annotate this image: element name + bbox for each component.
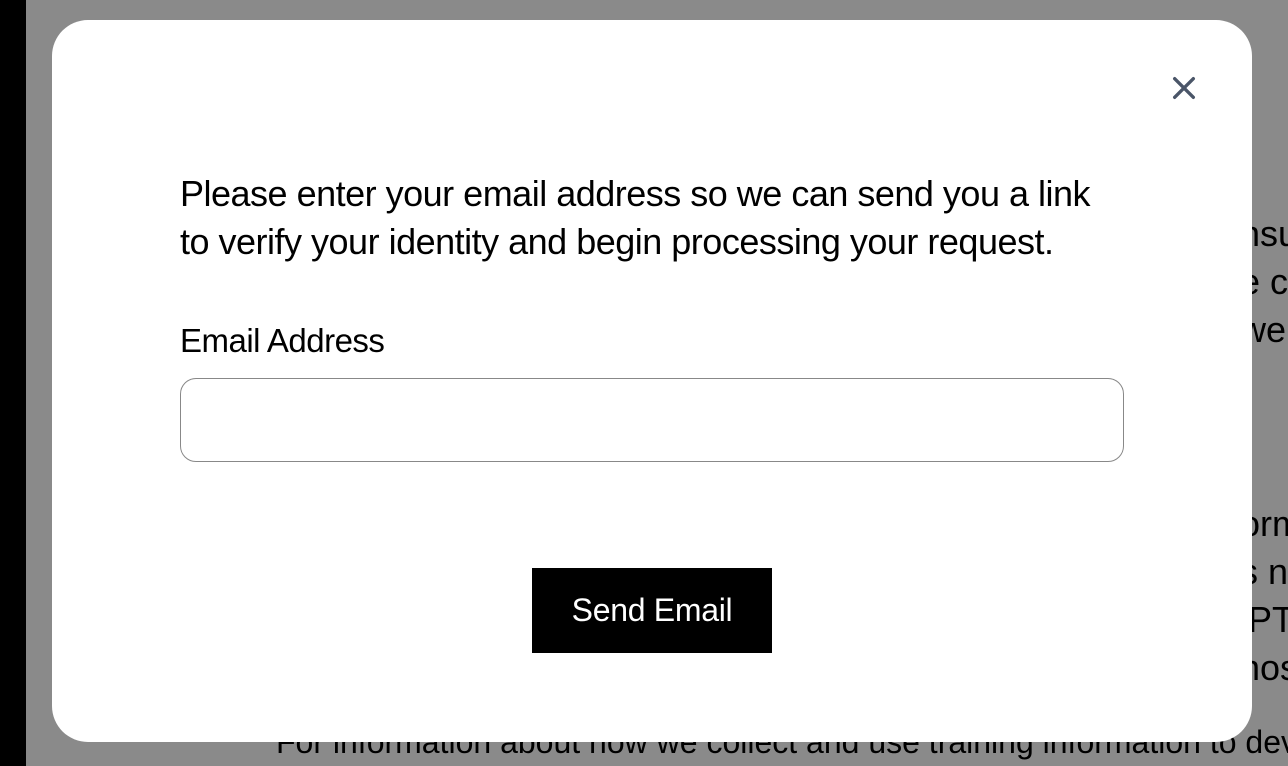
email-label: Email Address: [180, 322, 1124, 360]
close-button[interactable]: [1164, 68, 1204, 108]
close-icon: [1168, 72, 1200, 104]
email-input[interactable]: [180, 378, 1124, 462]
email-verification-modal: Please enter your email address so we ca…: [52, 20, 1252, 742]
send-email-button[interactable]: Send Email: [532, 568, 773, 653]
modal-content: Please enter your email address so we ca…: [102, 70, 1202, 653]
button-container: Send Email: [180, 568, 1124, 653]
prompt-text: Please enter your email address so we ca…: [180, 170, 1124, 266]
